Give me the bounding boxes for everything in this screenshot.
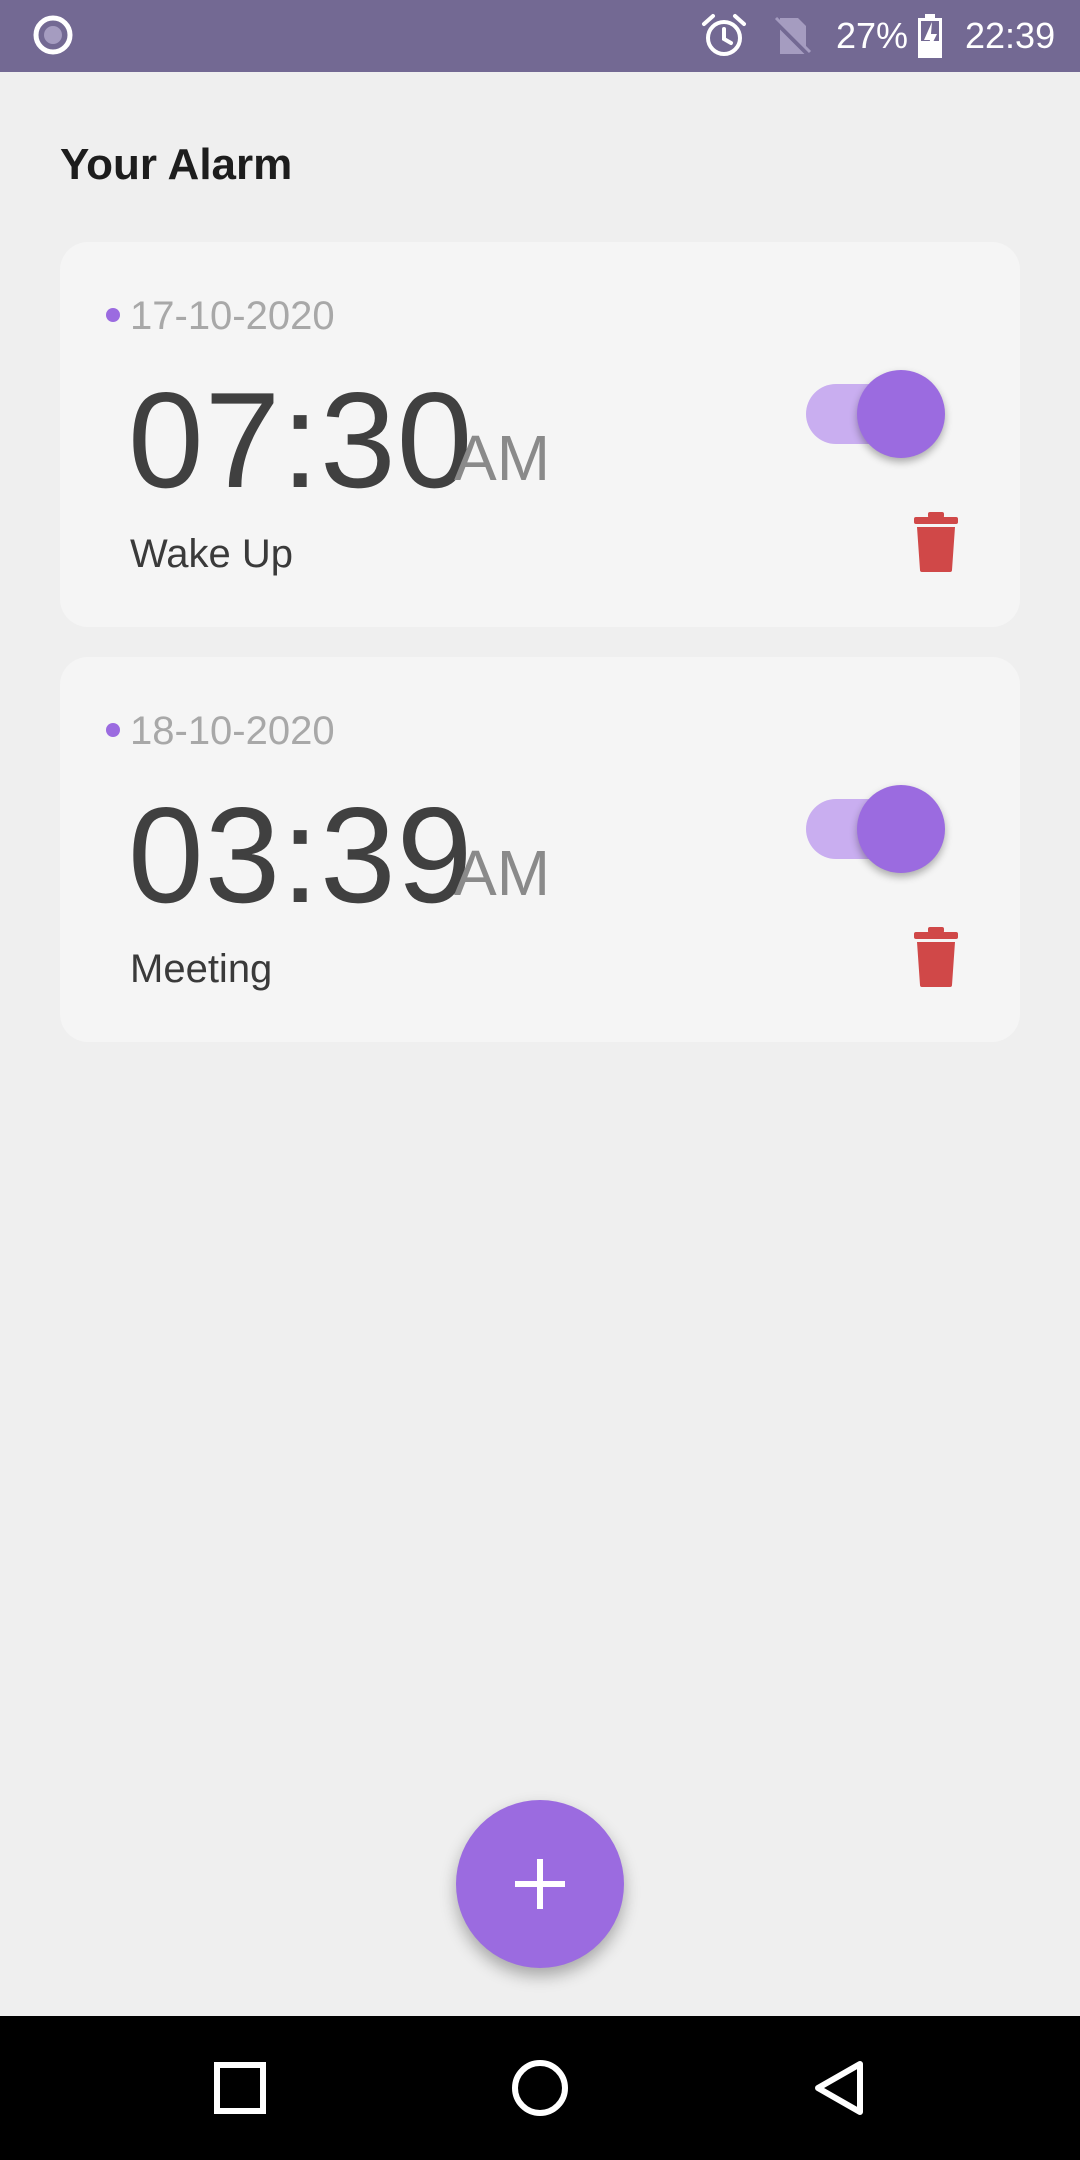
date-dot [106, 723, 120, 737]
home-icon[interactable] [508, 2056, 572, 2120]
status-clock: 22:39 [965, 15, 1056, 56]
alarm-clock-icon [702, 14, 746, 56]
alarm-screen: 27% 22:39 Your Alarm 17-10-2020 07:30 AM… [0, 0, 1080, 2160]
status-bar: 27% 22:39 [0, 0, 1080, 72]
alarm-date: 17-10-2020 [130, 294, 335, 338]
toggle-thumb [857, 785, 945, 873]
page-title: Your Alarm [60, 140, 293, 189]
alarm-period: AM [454, 837, 550, 909]
recents-icon[interactable] [208, 2056, 272, 2120]
date-dot [106, 308, 120, 322]
alarm-period: AM [454, 422, 550, 494]
navigation-bar [0, 2016, 1080, 2160]
alarm-label: Meeting [130, 947, 273, 991]
delete-icon[interactable] [912, 927, 960, 987]
battery-charging-icon [918, 14, 942, 58]
add-alarm-button[interactable] [456, 1800, 624, 1968]
back-icon[interactable] [808, 2056, 872, 2120]
battery-percentage: 27% [836, 15, 909, 56]
alarm-label: Wake Up [130, 532, 294, 576]
alarm-time: 07:30 [128, 364, 474, 516]
delete-icon[interactable] [912, 512, 960, 572]
toggle-thumb [857, 370, 945, 458]
app-indicator-icon [33, 15, 73, 55]
alarm-card[interactable]: 17-10-2020 07:30 AM Wake Up [60, 242, 1020, 627]
alarm-time: 03:39 [128, 779, 474, 931]
alarm-toggle[interactable] [802, 785, 952, 875]
no-sim-icon [772, 16, 812, 56]
plus-icon [515, 1859, 565, 1909]
alarm-toggle[interactable] [802, 370, 952, 460]
alarm-date: 18-10-2020 [130, 709, 335, 753]
alarm-card[interactable]: 18-10-2020 03:39 AM Meeting [60, 657, 1020, 1042]
